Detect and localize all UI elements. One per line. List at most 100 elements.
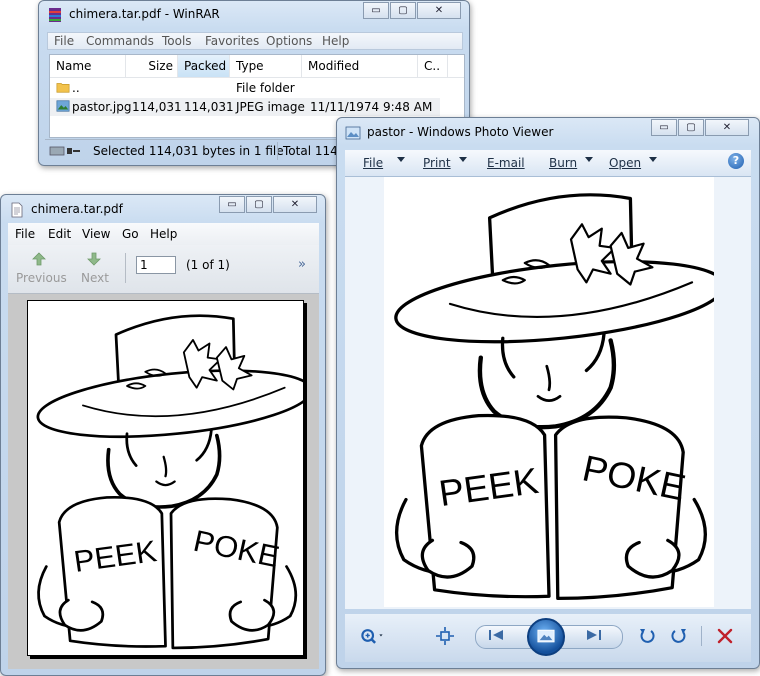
toolbar-overflow[interactable]: » [298, 257, 306, 272]
document-icon [11, 202, 23, 218]
pdf-page-area[interactable]: PEEK POKE [8, 294, 319, 669]
slideshow-button[interactable] [527, 618, 565, 656]
toolbar-separator [125, 253, 126, 283]
row-type: File folder [236, 81, 295, 95]
status-divider [277, 142, 278, 160]
list-item-selected[interactable]: pastor.jpg 114,031 114,031 JPEG image 11… [50, 98, 440, 116]
up-arrow-icon [32, 252, 46, 266]
next-image-button[interactable] [583, 628, 609, 644]
menu-file[interactable]: File [363, 152, 383, 174]
rotate-cw-icon [671, 629, 686, 643]
column-name[interactable]: Name [50, 55, 126, 77]
row-name: .. [72, 81, 80, 95]
jpeg-file-icon [56, 100, 70, 112]
menu-favorites[interactable]: Favorites [205, 34, 259, 48]
menu-open[interactable]: Open [609, 152, 641, 174]
page-number-input[interactable] [136, 256, 176, 274]
menu-view[interactable]: View [82, 227, 110, 241]
pdf-page: PEEK POKE [27, 300, 304, 656]
maximize-button[interactable]: ▢ [678, 119, 704, 136]
close-button[interactable]: ✕ [417, 2, 461, 19]
status-selected: Selected 114,031 bytes in 1 file [93, 144, 284, 158]
maximize-button[interactable]: ▢ [390, 2, 416, 19]
photo-command-bar: File Print E-mail Burn Open ? [345, 150, 751, 177]
photo: PEEK POKE [384, 177, 714, 607]
delete-button[interactable] [715, 626, 735, 646]
row-name: pastor.jpg [72, 100, 132, 114]
rotate-ccw-icon [640, 629, 655, 643]
previous-button[interactable]: Previous [14, 249, 67, 289]
zoom-button[interactable] [351, 624, 403, 648]
nav-separator [701, 626, 702, 646]
menu-email[interactable]: E-mail [487, 152, 525, 174]
pdf-toolbar: Previous Next (1 of 1) » [8, 245, 319, 294]
actual-size-button[interactable] [435, 626, 455, 646]
pdf-viewer-window: chimera.tar.pdf ▭ ▢ ✕ File Edit View Go … [0, 194, 326, 676]
close-button[interactable]: ✕ [705, 119, 749, 136]
winrar-menubar: File Commands Tools Favorites Options He… [47, 32, 463, 50]
menu-tools[interactable]: Tools [162, 34, 192, 48]
menu-options[interactable]: Options [266, 34, 312, 48]
delete-icon [717, 628, 733, 644]
photo-nav-bar [345, 614, 751, 662]
column-c[interactable]: C.. [418, 55, 448, 77]
drive-icon [49, 146, 80, 156]
next-icon [587, 630, 601, 640]
folder-icon [56, 83, 70, 93]
column-modified[interactable]: Modified [302, 55, 418, 77]
next-label: Next [81, 271, 109, 285]
down-arrow-icon [87, 252, 101, 266]
maximize-button[interactable]: ▢ [246, 196, 272, 213]
help-icon: ? [732, 154, 740, 167]
column-type[interactable]: Type [230, 55, 302, 77]
photo-viewer-window: pastor - Windows Photo Viewer ▭ ▢ ✕ File… [336, 117, 760, 669]
minimize-button[interactable]: ▭ [651, 119, 677, 136]
pastor-image: PEEK POKE [36, 314, 303, 650]
pastor-image: PEEK POKE [394, 193, 714, 601]
row-packed: 114,031 [184, 100, 234, 114]
menu-edit[interactable]: Edit [48, 227, 71, 241]
help-button[interactable]: ? [728, 153, 744, 169]
chevron-down-icon [585, 157, 593, 162]
rotate-counterclockwise-button[interactable] [637, 626, 657, 646]
close-button[interactable]: ✕ [273, 196, 317, 213]
menu-burn[interactable]: Burn [549, 152, 577, 174]
menu-help[interactable]: Help [322, 34, 349, 48]
winrar-titlebar[interactable]: chimera.tar.pdf - WinRAR ▭ ▢ ✕ [39, 1, 469, 29]
zoom-icon [361, 629, 383, 644]
previous-image-button[interactable] [487, 628, 513, 644]
menu-file[interactable]: File [54, 34, 74, 48]
photo-canvas[interactable]: PEEK POKE [345, 177, 751, 609]
row-type: JPEG image [236, 100, 305, 114]
menu-help[interactable]: Help [150, 227, 177, 241]
row-size: 114,031 [132, 100, 182, 114]
photo-titlebar[interactable]: pastor - Windows Photo Viewer ▭ ▢ ✕ [337, 118, 759, 146]
column-header-row: Name Size Packed Type Modified C.. [50, 55, 464, 78]
next-button[interactable]: Next [76, 249, 112, 289]
list-item[interactable]: .. File folder [50, 79, 464, 97]
menu-file[interactable]: File [15, 227, 35, 241]
column-size[interactable]: Size [126, 55, 178, 77]
winrar-title: chimera.tar.pdf - WinRAR [69, 7, 220, 21]
chevron-down-icon [397, 157, 405, 162]
chevron-down-icon [459, 157, 467, 162]
pdf-title: chimera.tar.pdf [31, 202, 123, 216]
menu-go[interactable]: Go [122, 227, 139, 241]
row-modified: 11/11/1974 9:48 AM [310, 100, 433, 114]
slideshow-icon [537, 629, 555, 643]
menu-commands[interactable]: Commands [86, 34, 154, 48]
minimize-button[interactable]: ▭ [219, 196, 245, 213]
photo-title: pastor - Windows Photo Viewer [367, 125, 554, 139]
column-packed[interactable]: Packed [178, 55, 230, 77]
previous-label: Previous [16, 271, 67, 285]
pdf-titlebar[interactable]: chimera.tar.pdf ▭ ▢ ✕ [1, 195, 325, 223]
prev-icon [489, 630, 503, 640]
rotate-clockwise-button[interactable] [669, 626, 689, 646]
chevron-down-icon [649, 157, 657, 162]
fit-icon [436, 627, 454, 645]
minimize-button[interactable]: ▭ [363, 2, 389, 19]
winrar-icon [49, 8, 61, 22]
page-count: (1 of 1) [186, 258, 230, 272]
pdf-menubar: File Edit View Go Help [8, 223, 319, 245]
menu-print[interactable]: Print [423, 152, 451, 174]
